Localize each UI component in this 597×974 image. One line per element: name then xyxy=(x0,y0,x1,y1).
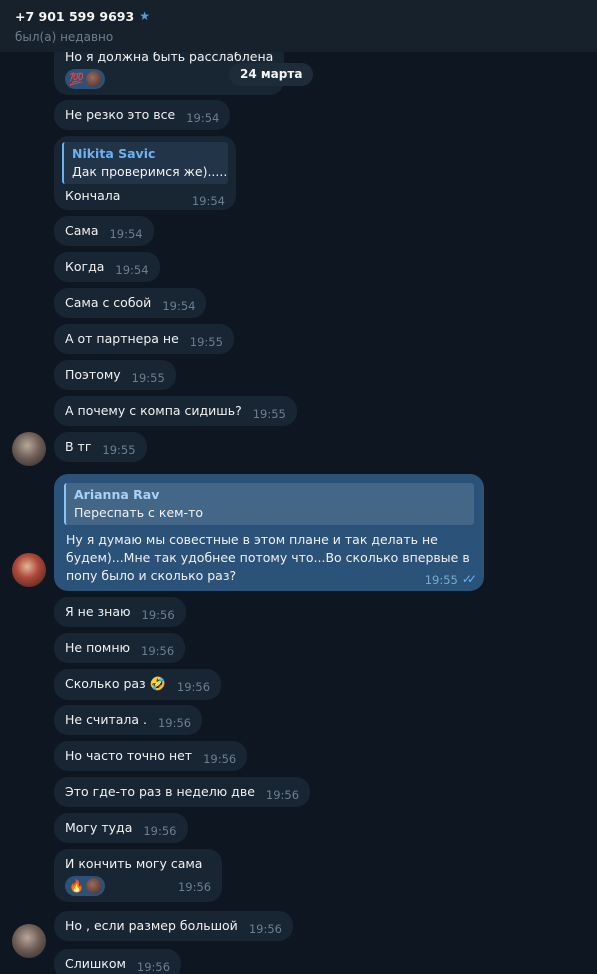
reply-author: Nikita Savic xyxy=(72,146,156,161)
message-text: Это где-то раз в неделю две xyxy=(65,784,255,799)
message-time: 19:54 xyxy=(109,227,143,241)
message-time: 19:55 xyxy=(131,371,165,385)
message-bubble[interactable]: Когда 19:54 xyxy=(54,252,160,282)
message-time: 19:56 xyxy=(143,824,177,838)
message-time: 19:56 xyxy=(265,788,300,802)
reply-quote[interactable]: Nikita Savic Дак проверимся же)..... xyxy=(62,142,228,184)
reply-text: Дак проверимся же)..... xyxy=(72,164,228,179)
star-icon: ★ xyxy=(139,9,150,23)
message-time: 19:54 xyxy=(191,194,225,208)
chat-title-row: +7 901 599 9693 ★ xyxy=(15,6,582,26)
message-bubble[interactable]: А почему с компа сидишь? 19:55 xyxy=(54,396,297,426)
contact-name: +7 901 599 9693 xyxy=(15,8,135,24)
message-line: будем)...Мне так удобнее потому что...Во… xyxy=(66,550,470,565)
rofl-emoji-icon: 🤣 xyxy=(149,677,166,692)
message-text: Но часто точно нет xyxy=(65,748,193,763)
message-time: 19:56 xyxy=(176,680,211,694)
message-time: 19:56 xyxy=(136,960,171,974)
message-text: Кончала xyxy=(65,188,121,203)
hundred-emoji-icon: 💯 xyxy=(69,72,84,86)
last-seen-status: был(а) недавно xyxy=(15,30,114,44)
message-bubble[interactable]: Сама с собой 19:54 xyxy=(54,288,207,318)
reply-author: Arianna Rav xyxy=(74,487,160,502)
sender-avatar[interactable] xyxy=(12,924,46,958)
message-time: 19:54 xyxy=(162,299,196,313)
message-bubble[interactable]: Это где-то раз в неделю две 19:56 xyxy=(54,777,311,807)
message-text: Сама с собой xyxy=(65,295,152,310)
message-line: Ну я думаю мы совестные в этом плане и т… xyxy=(66,532,438,547)
message-time: 19:56 xyxy=(203,752,237,766)
message-bubble[interactable]: Не резко это все 19:54 xyxy=(54,100,231,130)
message-text: Я не знаю xyxy=(65,604,131,619)
message-text: Сколько раз xyxy=(65,676,146,691)
message-line: попу было и сколько раз? xyxy=(66,568,237,583)
reactor-avatar xyxy=(85,878,102,894)
message-text: В тг xyxy=(65,439,92,454)
double-check-icon: ✓✓ xyxy=(461,572,477,586)
outgoing-message-bubble[interactable]: Arianna Rav Переспать с кем-то Ну я дума… xyxy=(54,474,484,591)
message-time: 19:55 xyxy=(424,573,458,587)
reply-quote[interactable]: Arianna Rav Переспать с кем-то xyxy=(64,483,474,525)
message-bubble[interactable]: Не считала . 19:56 xyxy=(54,705,203,735)
reaction-badge[interactable]: 🔥 xyxy=(65,876,105,896)
message-text: Не резко это все xyxy=(65,107,176,122)
chat-header[interactable]: +7 901 599 9693 ★ был(а) недавно xyxy=(0,0,597,52)
message-time: 19:54 xyxy=(115,263,149,277)
message-time: 19:55 xyxy=(102,443,136,457)
own-avatar[interactable] xyxy=(12,553,46,587)
message-time: 19:55 xyxy=(252,407,286,421)
message-time: 19:55 xyxy=(189,335,223,349)
message-bubble[interactable]: Не помню 19:56 xyxy=(54,633,186,663)
message-bubble[interactable]: Сама 19:54 xyxy=(54,216,154,246)
date-badge: 24 марта xyxy=(229,63,314,86)
message-bubble[interactable]: Поэтому 19:55 xyxy=(54,360,176,390)
message-bubble[interactable]: И кончить могу сама 🔥 19:56 xyxy=(54,849,223,902)
message-bubble[interactable]: Сколько раз 🤣 19:56 xyxy=(54,669,222,700)
fire-emoji-icon: 🔥 xyxy=(69,879,84,893)
message-bubble[interactable]: А от партнера не 19:55 xyxy=(54,324,234,354)
message-bubble[interactable]: Слишком 19:56 xyxy=(54,949,182,974)
message-text: Сама xyxy=(65,223,99,238)
message-text: Не помню xyxy=(65,640,131,655)
message-time: 19:56 xyxy=(141,644,175,658)
message-bubble[interactable]: Но часто точно нет 19:56 xyxy=(54,741,248,771)
reaction-badge[interactable]: 💯 xyxy=(65,69,105,89)
message-text: А от партнера не xyxy=(65,331,179,346)
message-text: Когда xyxy=(65,259,105,274)
message-text: Но , если размер большой xyxy=(65,918,238,933)
message-text: И кончить могу сама xyxy=(65,856,203,871)
reactor-avatar xyxy=(85,71,102,87)
message-bubble[interactable]: Я не знаю 19:56 xyxy=(54,597,186,627)
message-text: Слишком xyxy=(65,956,126,971)
message-text: Ну я думаю мы совестные в этом плане и т… xyxy=(64,531,477,587)
message-time: 19:54 xyxy=(186,111,220,125)
message-bubble[interactable]: Могу туда 19:56 xyxy=(54,813,188,843)
message-bubble[interactable]: В тг 19:55 xyxy=(54,432,147,462)
sender-avatar[interactable] xyxy=(12,432,46,466)
message-list[interactable]: Но я должна быть расслаблена 💯 19:54 Не … xyxy=(0,52,597,974)
message-text: А почему с компа сидишь? xyxy=(65,403,242,418)
message-text: Не считала . xyxy=(65,712,147,727)
message-time: 19:56 xyxy=(141,608,175,622)
message-bubble[interactable]: Но , если размер большой 19:56 xyxy=(54,911,293,941)
message-text: Поэтому xyxy=(65,367,121,382)
reply-text: Переспать с кем-то xyxy=(74,505,203,520)
message-text: Могу туда xyxy=(65,820,133,835)
message-time: 19:56 xyxy=(248,922,282,936)
message-time: 19:56 xyxy=(157,716,192,730)
message-time: 19:56 xyxy=(177,880,212,894)
message-bubble[interactable]: Nikita Savic Дак проверимся же)..... Кон… xyxy=(54,136,236,210)
